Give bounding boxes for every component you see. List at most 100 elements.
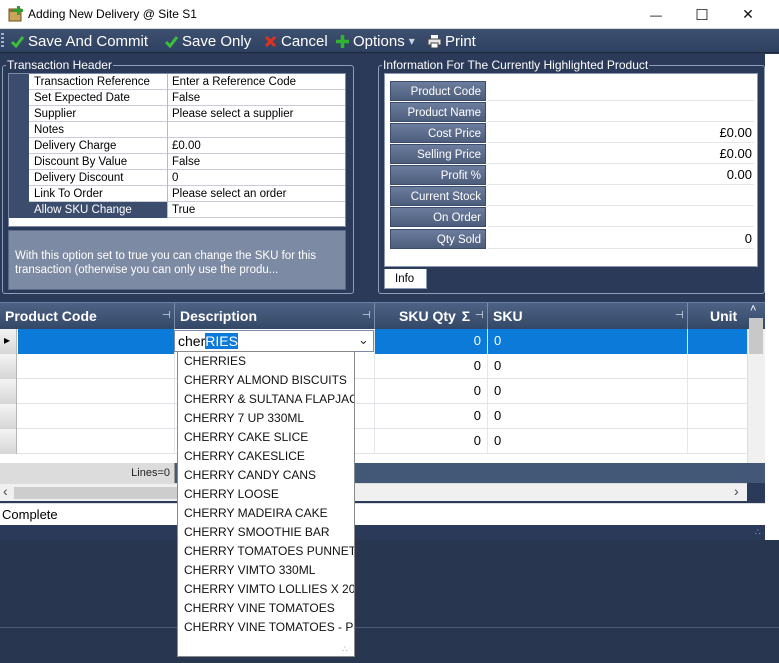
property-row-delivery-discount[interactable]: Delivery Discount 0 <box>9 170 345 186</box>
pin-icon[interactable]: ⊣ <box>475 311 484 321</box>
product-code-cell[interactable] <box>18 354 175 379</box>
dropdown-option[interactable]: CHERRY CANDY CANS <box>178 466 354 485</box>
print-button[interactable]: Print <box>427 32 476 50</box>
property-row-set-expected-date[interactable]: Set Expected Date False <box>9 90 345 106</box>
description-editor[interactable]: cherRIES ⌄ <box>174 330 374 352</box>
property-value[interactable] <box>169 122 346 138</box>
property-row-supplier[interactable]: Supplier Please select a supplier <box>9 106 345 122</box>
dropdown-option[interactable]: CHERRY VINE TOMATOES <box>178 599 354 618</box>
pin-icon[interactable]: ⊣ <box>362 311 371 321</box>
column-title: Description <box>180 308 258 324</box>
sku-cell[interactable]: 0 <box>488 429 688 454</box>
chevron-down-icon[interactable]: ⌄ <box>358 332 369 348</box>
sku-qty-cell[interactable]: 0 <box>375 429 488 454</box>
sku-qty-cell[interactable]: 0 <box>375 404 488 429</box>
close-icon: ✕ <box>742 6 754 22</box>
property-row-allow-sku-change[interactable]: Allow SKU Change True <box>9 202 345 218</box>
tab-info[interactable]: Info <box>384 269 427 289</box>
property-value[interactable]: £0.00 <box>169 138 346 154</box>
property-value[interactable]: Please select an order <box>169 186 346 202</box>
row-gutter <box>9 154 29 170</box>
maximize-button[interactable]: ☐ <box>679 0 725 29</box>
dropdown-resize-grip-icon[interactable]: ∴ <box>342 644 348 655</box>
property-value[interactable]: 0 <box>169 170 346 186</box>
description-input[interactable]: cherRIES <box>178 333 238 350</box>
unit-cell[interactable] <box>688 379 747 404</box>
dropdown-option[interactable]: CHERRY MADEIRA CAKE <box>178 504 354 523</box>
property-value[interactable]: Enter a Reference Code <box>169 74 346 90</box>
scroll-up-icon[interactable]: ˄ <box>750 303 756 315</box>
dropdown-option[interactable]: CHERRY VINE TOMATOES - PUN <box>178 618 354 637</box>
pin-icon[interactable]: ⊣ <box>162 311 171 321</box>
dropdown-option[interactable]: CHERRY VIMTO 330ML <box>178 561 354 580</box>
property-row-transaction-reference[interactable]: Transaction Reference Enter a Reference … <box>9 74 345 90</box>
unit-cell[interactable] <box>688 329 747 354</box>
row-selector[interactable]: ▸ <box>0 329 17 354</box>
scroll-right-icon[interactable]: › <box>734 483 739 499</box>
column-header-sku-qty[interactable]: SKU Qty Σ ⊣ <box>375 303 488 330</box>
chevron-down-icon: ▾ <box>408 34 415 48</box>
table-row[interactable]: 0 0 <box>0 404 747 429</box>
column-header-product-code[interactable]: Product Code ⊣ <box>0 303 175 330</box>
row-selector[interactable] <box>0 354 17 379</box>
sku-cell[interactable]: 0 <box>488 329 688 354</box>
dropdown-option[interactable]: CHERRY CAKESLICE <box>178 447 354 466</box>
sku-cell[interactable]: 0 <box>488 404 688 429</box>
property-value[interactable]: True <box>169 202 346 218</box>
unit-cell[interactable] <box>688 404 747 429</box>
table-row[interactable]: 0 0 <box>0 354 747 379</box>
product-code-cell[interactable] <box>18 429 175 454</box>
product-code-cell[interactable] <box>18 379 175 404</box>
product-code-cell[interactable] <box>18 404 175 429</box>
save-only-button[interactable]: Save Only <box>164 32 251 50</box>
save-and-commit-button[interactable]: Save And Commit <box>10 32 148 50</box>
property-value[interactable]: Please select a supplier <box>169 106 346 122</box>
column-header-sku[interactable]: SKU ⊣ <box>488 303 688 330</box>
grid-header: Product Code ⊣ Description ⊣ SKU Qty Σ ⊣… <box>0 302 765 330</box>
property-value[interactable]: False <box>169 90 346 106</box>
column-title: SKU Qty <box>399 308 456 324</box>
close-button[interactable]: ✕ <box>725 0 771 29</box>
property-row-delivery-charge[interactable]: Delivery Charge £0.00 <box>9 138 345 154</box>
row-selector[interactable] <box>0 429 17 454</box>
dropdown-option[interactable]: CHERRY & SULTANA FLAPJACK <box>178 390 354 409</box>
toolbar-grip[interactable] <box>1 33 4 49</box>
property-value[interactable]: False <box>169 154 346 170</box>
dropdown-option[interactable]: CHERRY ALMOND BISCUITS <box>178 371 354 390</box>
dropdown-option[interactable]: CHERRY TOMATOES PUNNET OF <box>178 542 354 561</box>
minimize-button[interactable]: — <box>633 0 679 29</box>
row-selector[interactable] <box>0 404 17 429</box>
options-button[interactable]: Options ▾ <box>335 32 415 50</box>
product-code-cell[interactable] <box>18 329 175 354</box>
dropdown-option[interactable]: CHERRY 7 UP 330ML <box>178 409 354 428</box>
property-row-link-to-order[interactable]: Link To Order Please select an order <box>9 186 345 202</box>
sku-cell[interactable]: 0 <box>488 379 688 404</box>
scroll-left-icon[interactable]: ‹ <box>3 483 8 499</box>
row-selector[interactable] <box>0 379 17 404</box>
cancel-button[interactable]: Cancel <box>263 32 328 50</box>
property-name: Supplier <box>29 106 168 122</box>
dropdown-option[interactable]: CHERRY LOOSE <box>178 485 354 504</box>
dropdown-option[interactable]: CHERRY SMOOTHIE BAR <box>178 523 354 542</box>
property-name: Notes <box>29 122 168 138</box>
unit-cell[interactable] <box>688 429 747 454</box>
resize-grip-icon[interactable]: ∴ <box>755 527 765 537</box>
table-row[interactable]: 0 0 <box>0 379 747 404</box>
app-icon <box>8 6 23 22</box>
product-info-panel: Product Code Product Name Cost Price £0.… <box>384 73 758 267</box>
unit-cell[interactable] <box>688 354 747 379</box>
sku-cell[interactable]: 0 <box>488 354 688 379</box>
sku-qty-cell[interactable]: 0 <box>375 379 488 404</box>
column-header-description[interactable]: Description ⊣ <box>175 303 375 330</box>
dropdown-option[interactable]: CHERRY VIMTO LOLLIES X 200 <box>178 580 354 599</box>
table-row[interactable]: 0 0 <box>0 429 747 454</box>
sku-qty-cell[interactable]: 0 <box>375 329 488 354</box>
grid-vertical-scroll-thumb[interactable] <box>749 318 763 354</box>
pin-icon[interactable]: ⊣ <box>675 311 684 321</box>
property-row-discount-by-value[interactable]: Discount By Value False <box>9 154 345 170</box>
dropdown-option[interactable]: CHERRY CAKE SLICE <box>178 428 354 447</box>
sku-qty-cell[interactable]: 0 <box>375 354 488 379</box>
dropdown-option[interactable]: CHERRIES <box>178 352 354 371</box>
status-text: Complete <box>2 507 58 522</box>
property-row-notes[interactable]: Notes <box>9 122 345 138</box>
